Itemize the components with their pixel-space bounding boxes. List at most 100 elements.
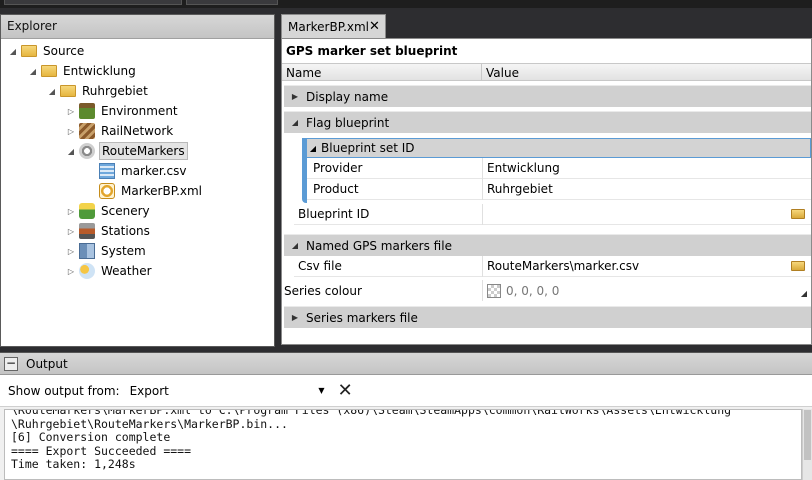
tree-node-label: marker.csv bbox=[121, 164, 187, 178]
system-icon bbox=[79, 243, 95, 259]
property-name: Csv file bbox=[298, 259, 342, 273]
top-toolbar-strip bbox=[0, 0, 812, 8]
collapse-arrow-icon[interactable]: ▶ bbox=[284, 313, 306, 322]
tree-node-railnetwork[interactable]: ▷ RailNetwork bbox=[65, 121, 175, 141]
tree-node-markerbp-xml[interactable]: MarkerBP.xml bbox=[85, 181, 204, 201]
close-tab-icon[interactable]: ✕ bbox=[369, 19, 380, 34]
scenery-icon bbox=[79, 203, 95, 219]
tree-node-entwicklung[interactable]: ◢ Entwicklung bbox=[27, 61, 138, 81]
show-output-label: Show output from: bbox=[8, 383, 120, 398]
group-label: Named GPS markers file bbox=[306, 238, 452, 253]
console-line: \Ruhrgebiet\RouteMarkers\MarkerBP.bin... bbox=[11, 416, 288, 431]
tree-node-scenery[interactable]: ▷ Scenery bbox=[65, 201, 152, 221]
stations-icon bbox=[79, 223, 95, 239]
folder-icon bbox=[60, 85, 76, 97]
tree-node-environment[interactable]: ▷ Environment bbox=[65, 101, 180, 121]
property-grid: GPS marker set blueprint Name Value ▶ Di… bbox=[281, 38, 812, 345]
property-row-series-colour[interactable]: Series colour 0, 0, 0, 0 ◢ bbox=[282, 280, 811, 301]
tree-node-system[interactable]: ▷ System bbox=[65, 241, 148, 261]
routemarkers-icon bbox=[79, 143, 95, 159]
expand-arrow-icon[interactable]: ◢ bbox=[7, 47, 19, 56]
collapse-arrow-icon[interactable]: ▷ bbox=[65, 207, 77, 216]
output-toolbar: Show output from: Export ▼ ✕ bbox=[0, 375, 812, 407]
document-tab-label: MarkerBP.xml bbox=[288, 19, 370, 34]
column-value-header: Value bbox=[486, 66, 519, 80]
group-display-name[interactable]: ▶ Display name bbox=[284, 85, 811, 107]
group-label: Display name bbox=[306, 89, 389, 104]
tree-node-label: MarkerBP.xml bbox=[121, 184, 203, 198]
collapse-arrow-icon[interactable]: ▷ bbox=[65, 247, 77, 256]
collapse-arrow-icon[interactable]: ▶ bbox=[284, 92, 306, 101]
dropdown-arrow-icon[interactable]: ▼ bbox=[318, 386, 324, 395]
tree-node-label: Scenery bbox=[101, 204, 150, 218]
colour-swatch-icon bbox=[487, 283, 501, 298]
property-row-product[interactable]: Product Ruhrgebiet bbox=[307, 178, 811, 200]
tree-node-label: Environment bbox=[101, 104, 178, 118]
weather-icon bbox=[79, 263, 95, 279]
console-line: [6] Conversion complete bbox=[11, 430, 171, 444]
tree-node-weather[interactable]: ▷ Weather bbox=[65, 261, 154, 281]
tree-node-label: RailNetwork bbox=[101, 124, 174, 138]
tree-node-source[interactable]: ◢ Source bbox=[7, 41, 86, 61]
collapse-arrow-icon[interactable]: ▷ bbox=[65, 227, 77, 236]
scrollbar-thumb[interactable] bbox=[804, 410, 811, 460]
collapse-arrow-icon[interactable]: ▷ bbox=[65, 107, 77, 116]
expand-arrow-icon[interactable]: ◢ bbox=[305, 144, 321, 153]
tree-node-stations[interactable]: ▷ Stations bbox=[65, 221, 152, 241]
expand-arrow-icon[interactable]: ◢ bbox=[27, 67, 39, 76]
csv-file-value[interactable]: RouteMarkers\marker.csv bbox=[482, 255, 811, 277]
tree-node-label: Ruhrgebiet bbox=[82, 84, 148, 98]
tree-node-label: System bbox=[101, 244, 146, 258]
property-row-blueprint-id[interactable]: Blueprint ID bbox=[294, 203, 811, 225]
property-name: Blueprint ID bbox=[298, 207, 370, 221]
tree-node-label: Stations bbox=[101, 224, 150, 238]
tree-node-routemarkers[interactable]: ◢ RouteMarkers bbox=[65, 141, 188, 161]
xml-blueprint-icon bbox=[99, 183, 115, 199]
console-line: Time taken: 1,248s bbox=[11, 457, 136, 471]
group-flag-blueprint[interactable]: ◢ Flag blueprint bbox=[284, 111, 811, 133]
environment-icon bbox=[79, 103, 95, 119]
group-series-markers-file[interactable]: ▶ Series markers file bbox=[284, 306, 811, 328]
explorer-title: Explorer bbox=[1, 15, 274, 39]
output-header: − Output bbox=[0, 353, 812, 375]
console-line: ==== Export Succeeded ==== bbox=[11, 443, 192, 458]
clear-output-icon[interactable]: ✕ bbox=[338, 381, 353, 400]
product-value[interactable]: Ruhrgebiet bbox=[482, 178, 811, 200]
property-row-provider[interactable]: Provider Entwicklung bbox=[307, 157, 811, 179]
expand-arrow-icon[interactable]: ◢ bbox=[65, 147, 77, 156]
expand-arrow-icon[interactable]: ◢ bbox=[284, 241, 306, 250]
browse-folder-icon[interactable] bbox=[791, 209, 805, 219]
output-scrollbar[interactable] bbox=[802, 409, 812, 480]
group-label: Series markers file bbox=[306, 310, 418, 325]
collapse-arrow-icon[interactable]: ▷ bbox=[65, 127, 77, 136]
group-label: Flag blueprint bbox=[306, 115, 390, 130]
tree-node-label: Entwicklung bbox=[63, 64, 136, 78]
browse-folder-icon[interactable] bbox=[791, 261, 805, 271]
toolbar-stub bbox=[4, 0, 182, 5]
minimize-icon[interactable]: − bbox=[4, 356, 18, 371]
group-named-gps-markers[interactable]: ◢ Named GPS markers file bbox=[284, 234, 811, 256]
tree-node-ruhrgebiet[interactable]: ◢ Ruhrgebiet bbox=[46, 81, 150, 101]
tree-node-label: Source bbox=[43, 44, 85, 58]
folder-icon bbox=[21, 45, 37, 57]
property-row-csv-file[interactable]: Csv file RouteMarkers\marker.csv bbox=[294, 255, 811, 277]
column-name-header: Name bbox=[282, 64, 482, 80]
group-blueprint-set-id[interactable]: ◢ Blueprint set ID bbox=[304, 138, 811, 158]
dropdown-arrow-icon[interactable]: ◢ bbox=[801, 289, 807, 298]
csv-file-path: RouteMarkers\marker.csv bbox=[487, 259, 640, 273]
document-tab-markerbp[interactable]: MarkerBP.xml ✕ bbox=[281, 14, 386, 38]
collapse-arrow-icon[interactable]: ▷ bbox=[65, 267, 77, 276]
provider-value[interactable]: Entwicklung bbox=[482, 157, 811, 179]
expand-arrow-icon[interactable]: ◢ bbox=[284, 118, 306, 127]
group-label: Blueprint set ID bbox=[321, 141, 415, 155]
series-colour-value[interactable]: 0, 0, 0, 0 ◢ bbox=[482, 280, 811, 301]
output-console[interactable]: \RouteMarkers\MarkerBP.xml to C:\Program… bbox=[4, 409, 802, 480]
tree-node-marker-csv[interactable]: marker.csv bbox=[85, 161, 188, 181]
blueprint-id-value[interactable] bbox=[482, 203, 811, 225]
csv-file-icon bbox=[99, 163, 115, 179]
output-panel: − Output Show output from: Export ▼ ✕ \R… bbox=[0, 352, 812, 480]
expand-arrow-icon[interactable]: ◢ bbox=[46, 87, 58, 96]
output-source-select[interactable]: Export ▼ bbox=[124, 380, 330, 401]
explorer-panel: Explorer ◢ Source ◢ Entwicklung ◢ Ruhrge… bbox=[0, 14, 275, 347]
toolbar-stub bbox=[186, 0, 278, 5]
